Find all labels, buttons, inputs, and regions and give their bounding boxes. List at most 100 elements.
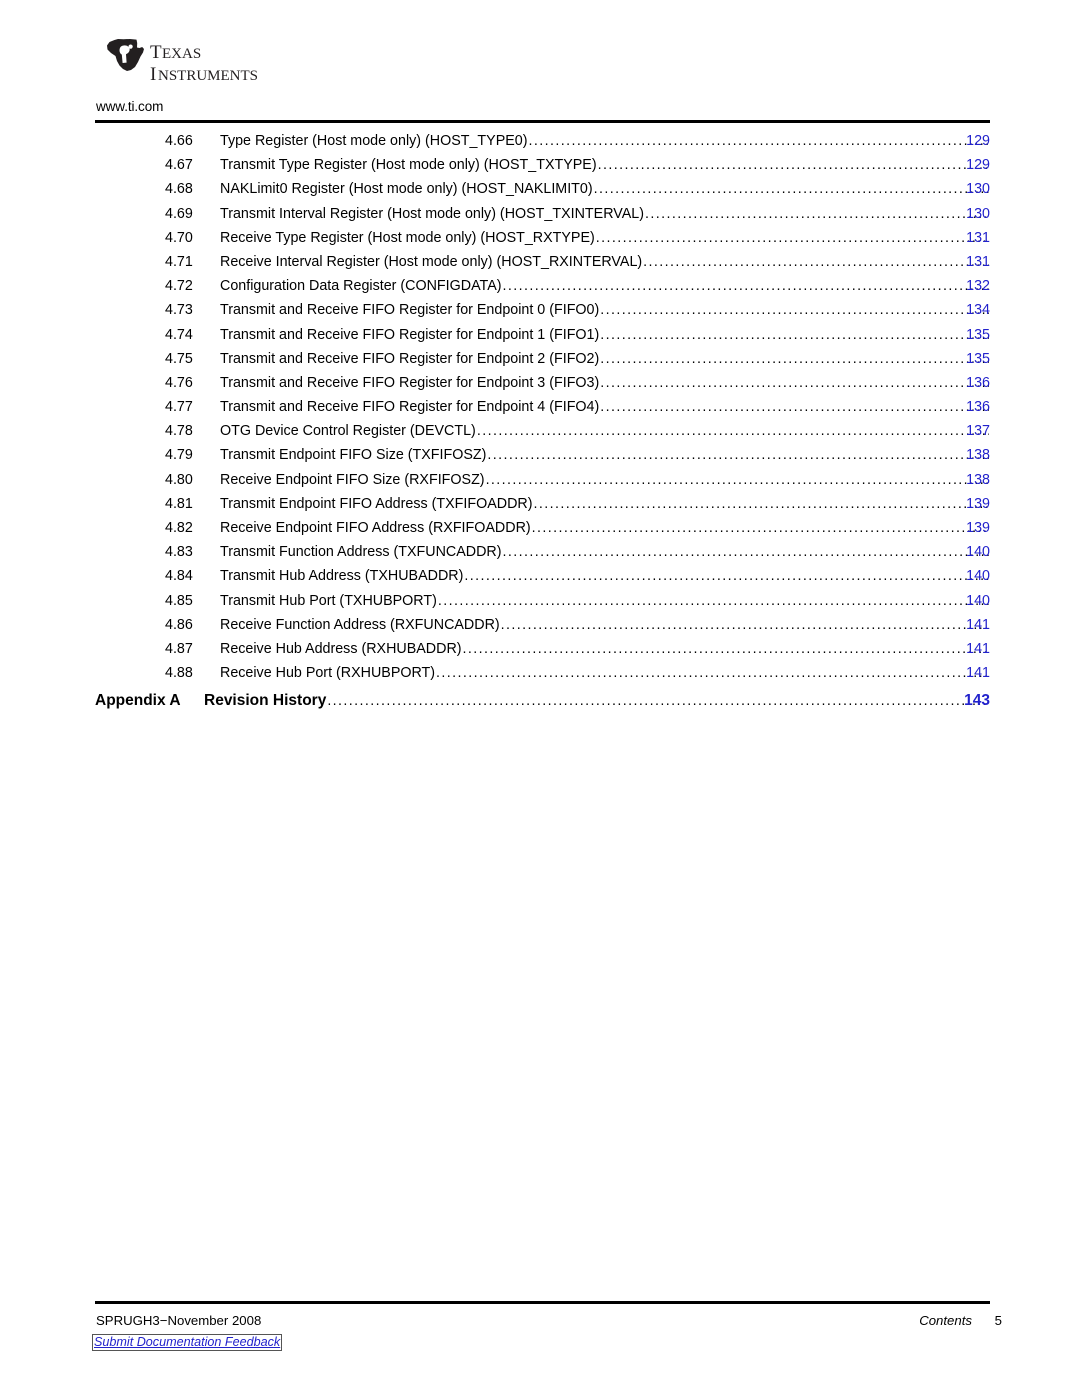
toc-entry[interactable]: 4.88 Receive Hub Port (RXHUBPORT)........… (0, 663, 1080, 687)
table-of-contents: 4.66 Type Register (Host mode only) (HOST… (0, 131, 1080, 719)
toc-entry-page-number[interactable]: 129 (950, 155, 990, 175)
toc-entry[interactable]: 4.73 Transmit and Receive FIFO Register f… (0, 300, 1080, 324)
toc-entry-body: NAKLimit0 Register (Host mode only) (HOS… (220, 179, 990, 199)
header-divider (95, 120, 990, 123)
toc-entry-body: Receive Type Register (Host mode only) (… (220, 228, 990, 248)
toc-entry-number: 4.86 (165, 616, 193, 633)
toc-entry-body: Transmit Endpoint FIFO Size (TXFIFOSZ)..… (220, 445, 990, 465)
toc-entry-title: Receive Hub Address (RXHUBADDR) (220, 640, 462, 657)
toc-dot-leader: ........................................… (476, 423, 989, 440)
toc-entry[interactable]: 4.82 Receive Endpoint FIFO Address (RXFIF… (0, 518, 1080, 542)
toc-entry-title: Transmit and Receive FIFO Register for E… (220, 350, 600, 367)
toc-entry-title: Receive Endpoint FIFO Size (RXFIFOSZ) (220, 471, 485, 488)
toc-entry-title: Transmit and Receive FIFO Register for E… (220, 326, 600, 343)
toc-entry-page-number[interactable]: 137 (950, 421, 990, 441)
toc-entry[interactable]: 4.72 Configuration Data Register (CONFIGD… (0, 276, 1080, 300)
toc-appendix-body: Revision History........................… (204, 690, 990, 712)
toc-entry-page-number[interactable]: 141 (950, 639, 990, 659)
toc-entry-body: Transmit Interval Register (Host mode on… (220, 204, 990, 224)
toc-entry-number: 4.73 (165, 302, 193, 319)
toc-entry-number: 4.84 (165, 568, 193, 585)
toc-entry[interactable]: 4.69 Transmit Interval Register (Host mod… (0, 204, 1080, 228)
toc-dot-leader: ........................................… (437, 592, 989, 609)
texas-outline-icon (107, 39, 144, 71)
toc-appendix-entry[interactable]: Appendix A Revision History..............… (0, 687, 1080, 719)
toc-entry-page-number[interactable]: 140 (950, 591, 990, 611)
toc-entry-body: Transmit and Receive FIFO Register for E… (220, 325, 990, 345)
toc-entry-page-number[interactable]: 134 (950, 300, 990, 320)
toc-entry-title: Transmit Endpoint FIFO Size (TXFIFOSZ) (220, 447, 487, 464)
toc-entry-page-number[interactable]: 141 (950, 663, 990, 683)
page-footer: SPRUGH3−November 2008 Submit Documentati… (0, 1277, 1080, 1397)
toc-entry-page-number[interactable]: 130 (950, 204, 990, 224)
toc-entry-page-number[interactable]: 140 (950, 566, 990, 586)
toc-entry-page-number[interactable]: 135 (950, 349, 990, 369)
toc-entry-page-number[interactable]: 131 (950, 228, 990, 248)
toc-entry[interactable]: 4.68 NAKLimit0 Register (Host mode only) … (0, 179, 1080, 203)
toc-entry[interactable]: 4.77 Transmit and Receive FIFO Register f… (0, 397, 1080, 421)
toc-entry[interactable]: 4.84 Transmit Hub Address (TXHUBADDR)....… (0, 566, 1080, 590)
toc-entry-body: Receive Endpoint FIFO Size (RXFIFOSZ)...… (220, 470, 990, 490)
toc-entry-page-number[interactable]: 136 (950, 397, 990, 417)
toc-dot-leader: ........................................… (500, 616, 989, 633)
toc-entry[interactable]: 4.85 Transmit Hub Port (TXHUBPORT).......… (0, 591, 1080, 615)
toc-dot-leader: ........................................… (600, 399, 989, 416)
toc-entry[interactable]: 4.86 Receive Function Address (RXFUNCADDR… (0, 615, 1080, 639)
toc-entry-body: Transmit and Receive FIFO Register for E… (220, 373, 990, 393)
toc-entry-page-number[interactable]: 139 (950, 494, 990, 514)
toc-entry-body: Configuration Data Register (CONFIGDATA)… (220, 276, 990, 296)
toc-entry-body: Receive Function Address (RXFUNCADDR)...… (220, 615, 990, 635)
document-id: SPRUGH3−November 2008 (96, 1313, 262, 1328)
toc-entry-body: Type Register (Host mode only) (HOST_TYP… (220, 131, 990, 151)
toc-entry-page-number[interactable]: 138 (950, 470, 990, 490)
svg-text:I: I (150, 64, 156, 85)
toc-entry[interactable]: 4.71 Receive Interval Register (Host mode… (0, 252, 1080, 276)
toc-entry-page-number[interactable]: 141 (950, 615, 990, 635)
toc-entry[interactable]: 4.81 Transmit Endpoint FIFO Address (TXFI… (0, 494, 1080, 518)
toc-entry[interactable]: 4.67 Transmit Type Register (Host mode on… (0, 155, 1080, 179)
toc-appendix-label: Appendix A (95, 692, 181, 710)
footer-divider (95, 1301, 990, 1304)
toc-entry-page-number[interactable]: 140 (950, 542, 990, 562)
toc-entry-page-number[interactable]: 132 (950, 276, 990, 296)
toc-entry-body: Transmit and Receive FIFO Register for E… (220, 300, 990, 320)
toc-entry[interactable]: 4.76 Transmit and Receive FIFO Register f… (0, 373, 1080, 397)
toc-dot-leader: ........................................… (485, 471, 989, 488)
toc-entry-page-number[interactable]: 136 (950, 373, 990, 393)
toc-entry[interactable]: 4.83 Transmit Function Address (TXFUNCADD… (0, 542, 1080, 566)
toc-entry-page-number[interactable]: 130 (950, 179, 990, 199)
toc-entry[interactable]: 4.78 OTG Device Control Register (DEVCTL)… (0, 421, 1080, 445)
toc-entry[interactable]: 4.87 Receive Hub Address (RXHUBADDR).....… (0, 639, 1080, 663)
toc-dot-leader: ........................................… (600, 374, 989, 391)
toc-entry-title: Transmit and Receive FIFO Register for E… (220, 302, 600, 319)
toc-entry-page-number[interactable]: 138 (950, 445, 990, 465)
toc-dot-leader: ........................................… (436, 665, 989, 682)
toc-entry-title: Receive Hub Port (RXHUBPORT) (220, 665, 436, 682)
toc-entry[interactable]: 4.74 Transmit and Receive FIFO Register f… (0, 325, 1080, 349)
toc-entry-number: 4.74 (165, 326, 193, 343)
toc-entry-title: Transmit Interval Register (Host mode on… (220, 205, 644, 222)
toc-dot-leader: ........................................… (645, 205, 989, 222)
toc-entry-title: Transmit Endpoint FIFO Address (TXFIFOAD… (220, 495, 533, 512)
toc-entry-page-number[interactable]: 131 (950, 252, 990, 272)
toc-entry[interactable]: 4.79 Transmit Endpoint FIFO Size (TXFIFOS… (0, 445, 1080, 469)
toc-entry-page-number[interactable]: 129 (950, 131, 990, 151)
footer-page-number: 5 (994, 1313, 1002, 1328)
submit-documentation-feedback-link[interactable]: Submit Documentation Feedback (92, 1334, 283, 1351)
toc-entry-number: 4.70 (165, 229, 193, 246)
toc-entry-number: 4.80 (165, 471, 193, 488)
toc-entry-title: Transmit Type Register (Host mode only) … (220, 157, 597, 174)
toc-entry-body: OTG Device Control Register (DEVCTL)....… (220, 421, 990, 441)
toc-entry-page-number[interactable]: 135 (950, 325, 990, 345)
toc-dot-leader: ........................................… (600, 302, 989, 319)
toc-appendix-page-number[interactable]: 143 (950, 690, 990, 712)
toc-entry[interactable]: 4.66 Type Register (Host mode only) (HOST… (0, 131, 1080, 155)
toc-dot-leader: ........................................… (502, 278, 989, 295)
toc-entry[interactable]: 4.70 Receive Type Register (Host mode onl… (0, 228, 1080, 252)
toc-entry[interactable]: 4.80 Receive Endpoint FIFO Size (RXFIFOSZ… (0, 470, 1080, 494)
toc-entry-title: Transmit and Receive FIFO Register for E… (220, 399, 600, 416)
toc-dot-leader: ........................................… (595, 229, 989, 246)
toc-entry-page-number[interactable]: 139 (950, 518, 990, 538)
toc-entry[interactable]: 4.75 Transmit and Receive FIFO Register f… (0, 349, 1080, 373)
toc-entry-number: 4.83 (165, 544, 193, 561)
